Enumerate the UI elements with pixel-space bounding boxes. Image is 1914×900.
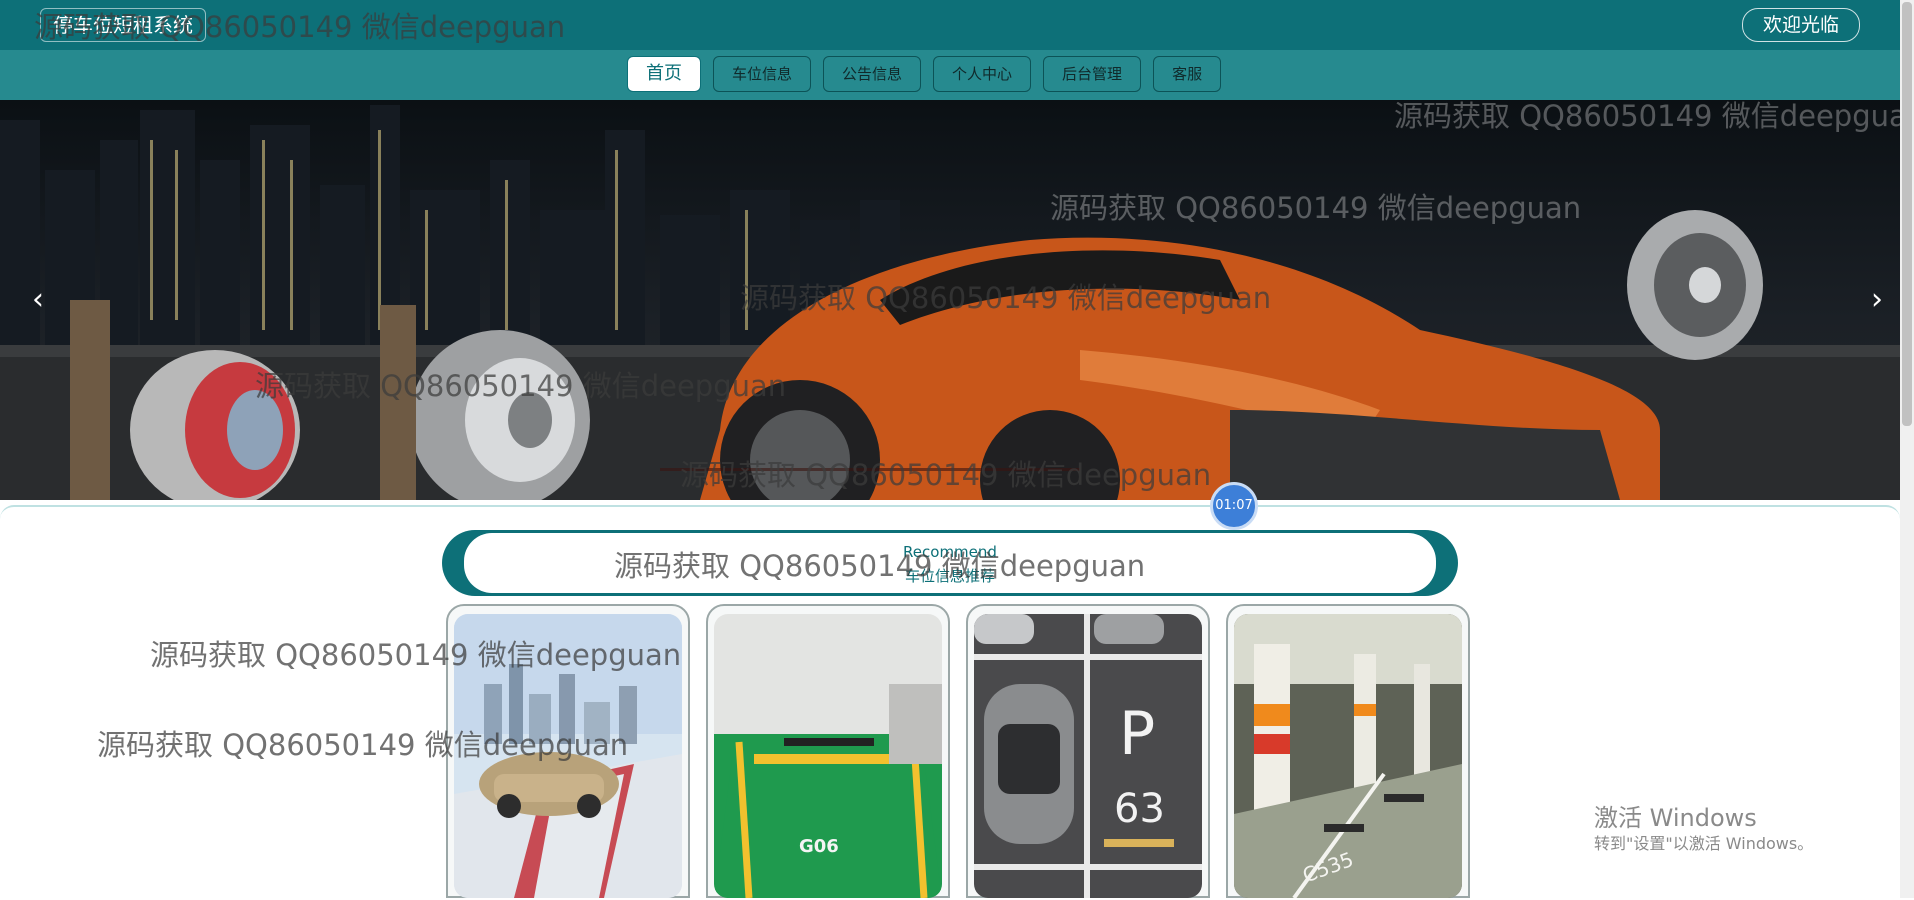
svg-text:P: P (1119, 699, 1155, 769)
chevron-right-icon[interactable]: › (1862, 282, 1892, 318)
scrollbar-thumb[interactable] (1902, 2, 1912, 426)
top-header: 停车位短租系统 欢迎光临 (0, 0, 1900, 50)
recommend-card[interactable] (446, 604, 690, 898)
svg-text:63: 63 (1114, 786, 1165, 832)
section-title-cn: 车位信息推荐 (904, 567, 995, 585)
recommend-list: G06 P 63 C535 (446, 604, 1470, 898)
section-header: Recommend 车位信息推荐 (442, 530, 1458, 596)
site-title[interactable]: 停车位短租系统 (40, 8, 206, 42)
recommend-card[interactable]: G06 (706, 604, 950, 898)
banner-image (0, 105, 1900, 500)
page-scrollbar[interactable] (1900, 0, 1914, 898)
section-header-inner: Recommend 车位信息推荐 (464, 533, 1436, 593)
parking-space-p63-image: P 63 (974, 614, 1202, 898)
timer-badge: 01:07 (1210, 482, 1258, 530)
nav-item-parking-info[interactable]: 车位信息 (713, 56, 812, 92)
section-title-en: Recommend (903, 543, 997, 561)
nav-item-home[interactable]: 首页 (627, 56, 701, 92)
chevron-left-icon[interactable]: ‹ (23, 282, 53, 318)
underground-garage-image: C535 (1234, 614, 1462, 898)
banner-carousel[interactable]: ‹ › (0, 100, 1900, 500)
car-on-road-image (454, 614, 682, 898)
welcome-button[interactable]: 欢迎光临 (1741, 8, 1860, 42)
windows-activation-title: 激活 Windows (1594, 804, 1757, 832)
svg-text:G06: G06 (799, 836, 839, 857)
nav-item-personal-center[interactable]: 个人中心 (933, 56, 1032, 92)
nav-item-announcements[interactable]: 公告信息 (823, 56, 922, 92)
parking-space-g06-image: G06 (714, 614, 942, 898)
main-nav: 首页 车位信息 公告信息 个人中心 后台管理 客服 (627, 56, 1222, 92)
nav-item-customer-service[interactable]: 客服 (1153, 56, 1222, 92)
nav-bar: 首页 车位信息 公告信息 个人中心 后台管理 客服 (0, 50, 1900, 100)
recommend-card[interactable]: C535 (1226, 604, 1470, 898)
recommend-card[interactable]: P 63 (966, 604, 1210, 898)
windows-activation-hint: 转到"设置"以激活 Windows。 (1594, 834, 1814, 853)
nav-item-admin[interactable]: 后台管理 (1043, 56, 1142, 92)
